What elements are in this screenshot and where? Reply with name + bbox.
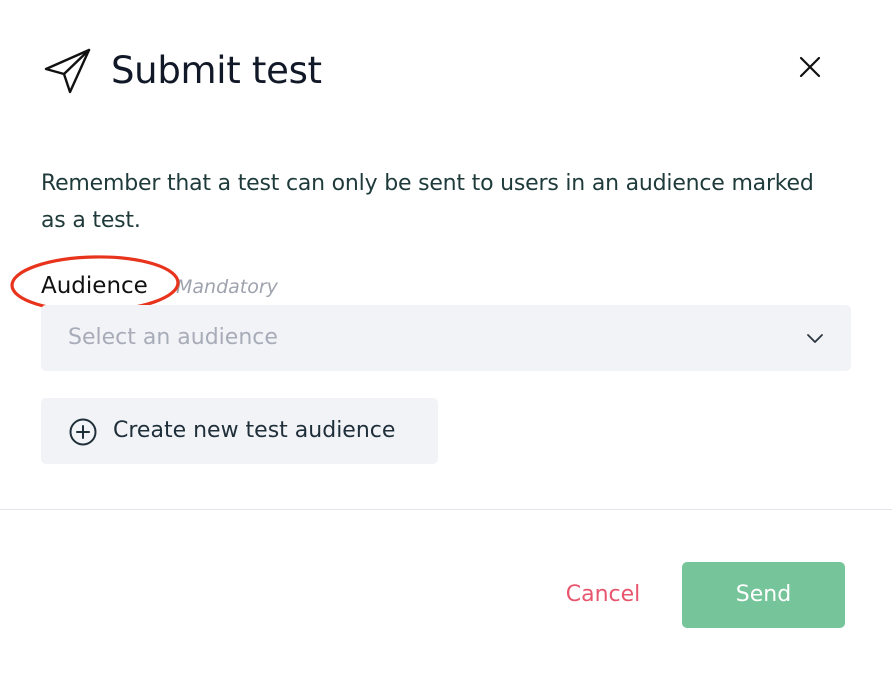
send-button[interactable]: Send	[682, 562, 845, 628]
dialog-title: Submit test	[111, 49, 322, 92]
footer-divider	[0, 509, 892, 510]
paper-plane-icon	[44, 48, 91, 94]
audience-select-placeholder: Select an audience	[68, 325, 278, 350]
cancel-button[interactable]: Cancel	[548, 562, 658, 628]
plus-circle-icon	[69, 418, 97, 446]
create-test-audience-label: Create new test audience	[113, 418, 396, 443]
audience-select[interactable]: Select an audience	[41, 305, 851, 371]
mandatory-hint: Mandatory	[176, 276, 278, 298]
dialog-description: Remember that a test can only be sent to…	[41, 171, 814, 233]
audience-label: Audience	[41, 273, 148, 299]
close-icon[interactable]	[793, 50, 827, 84]
create-test-audience-button[interactable]: Create new test audience	[41, 398, 438, 464]
chevron-down-icon	[807, 334, 823, 343]
submit-test-dialog: Submit test Remember that a test can onl…	[0, 0, 892, 676]
